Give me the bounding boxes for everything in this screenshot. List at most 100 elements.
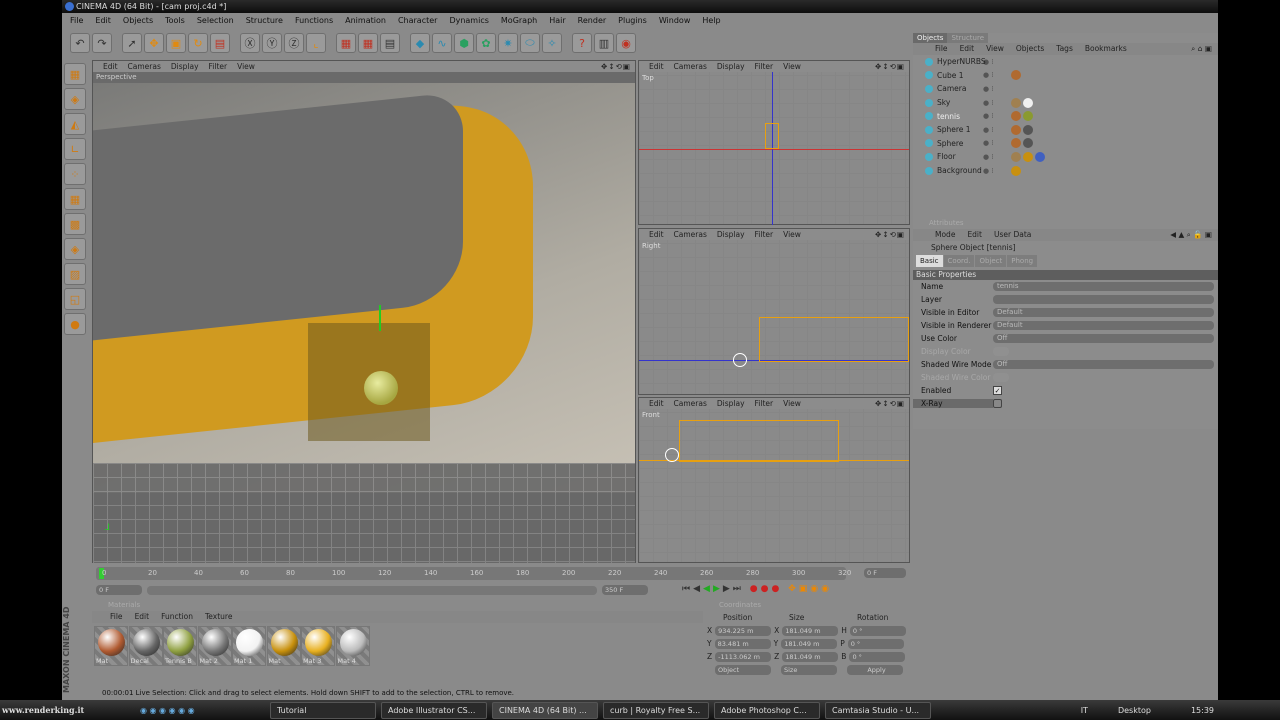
redo-icon[interactable]: ↷ xyxy=(92,33,112,53)
viewport-menu-edit[interactable]: Edit xyxy=(649,229,664,240)
viewport-menu-filter[interactable]: Filter xyxy=(755,398,774,409)
material-swatch[interactable]: Mat 2 xyxy=(197,626,232,666)
materials-menu-texture[interactable]: Texture xyxy=(205,611,232,623)
objects-menu-file[interactable]: File xyxy=(935,43,948,55)
menu-file[interactable]: File xyxy=(70,13,83,28)
render-view-icon[interactable]: ▦ xyxy=(336,33,356,53)
material-tag-icon[interactable] xyxy=(1035,151,1045,162)
menu-selection[interactable]: Selection xyxy=(197,13,234,28)
object-name[interactable]: Cube 1 xyxy=(913,71,983,80)
objects-menu-objects[interactable]: Objects xyxy=(1016,43,1044,55)
taskbar-item[interactable]: CINEMA 4D (64 Bit) ... xyxy=(492,701,598,719)
attributes-menu-edit[interactable]: Edit xyxy=(967,229,982,241)
visibility-flags-icon[interactable]: ● ⁞ xyxy=(983,99,1011,107)
undo-icon[interactable]: ↶ xyxy=(70,33,90,53)
material-swatch[interactable]: Mat 1 xyxy=(232,626,266,666)
position-z-field[interactable]: -1113.062 m xyxy=(715,651,772,662)
object-name[interactable]: Camera xyxy=(913,84,983,93)
timeline-ruler[interactable]: 0 20 40 60 80 100 120 140 160 180 200 220 240 260 280 3… xyxy=(96,567,851,580)
taskbar-item[interactable]: curb | Royalty Free S... xyxy=(603,701,709,719)
viewport-menu-edit[interactable]: Edit xyxy=(649,398,664,409)
camera-light-icon[interactable]: ✧ xyxy=(542,33,562,53)
points-mode-icon[interactable]: ⁘ xyxy=(64,163,86,185)
animation-mode-icon[interactable]: ◈ xyxy=(64,238,86,260)
texture-mode-icon[interactable]: ◭ xyxy=(64,113,86,135)
coordinate-system-icon[interactable]: ⌞ xyxy=(306,33,326,53)
cube-icon[interactable]: ◆ xyxy=(410,33,430,53)
materials-menu-function[interactable]: Function xyxy=(161,611,193,623)
materials-menu-edit[interactable]: Edit xyxy=(135,611,150,623)
visible-in-editor-field[interactable]: Default xyxy=(993,308,1214,317)
polygons-mode-icon[interactable]: ▩ xyxy=(64,213,86,235)
object-name[interactable]: HyperNURBS xyxy=(913,57,986,66)
viewport-menu-view[interactable]: View xyxy=(783,61,801,72)
material-tag-icon[interactable] xyxy=(1011,111,1021,122)
material-tag-icon[interactable] xyxy=(1011,138,1021,149)
material-tag-icon[interactable] xyxy=(1023,97,1033,108)
shaded-wire-mode-field[interactable]: Off xyxy=(993,360,1214,369)
rotate-icon[interactable]: ↻ xyxy=(188,33,208,53)
end-frame-field[interactable]: 350 F xyxy=(602,585,648,595)
object-row[interactable]: tennis ● ⁞ xyxy=(913,109,1218,123)
object-row[interactable]: HyperNURBS ● ⁞ xyxy=(913,55,1218,69)
array-icon[interactable]: ✿ xyxy=(476,33,496,53)
material-tag-icon[interactable] xyxy=(1011,165,1021,176)
viewport-menu-filter[interactable]: Filter xyxy=(755,229,774,240)
objects-menu-view[interactable]: View xyxy=(986,43,1004,55)
material-swatch[interactable]: Tennis B xyxy=(163,626,197,666)
viewport-menu-view[interactable]: View xyxy=(237,61,255,72)
rotation-z-field[interactable]: 0 ° xyxy=(849,651,906,662)
live-selection-icon[interactable]: ➚ xyxy=(122,33,142,53)
front-viewport[interactable]: Edit Cameras Display Filter View ✥↕⟲▣ Front xyxy=(638,397,910,563)
name-field[interactable]: tennis xyxy=(993,282,1214,291)
viewport-menu-edit[interactable]: Edit xyxy=(649,61,664,72)
material-tag-icon[interactable] xyxy=(1023,151,1033,162)
playback-controls[interactable]: ⏮◀◀▶▶⏭ ●●● ✥▣◉◉ xyxy=(682,584,832,594)
object-row[interactable]: Sphere 1 ● ⁞ xyxy=(913,123,1218,137)
xray-checkbox[interactable] xyxy=(993,399,1002,408)
move-icon[interactable]: ✥ xyxy=(144,33,164,53)
navigation-icons[interactable]: ◀ ▲ ⌕ 🔓 ▣ xyxy=(1170,229,1218,241)
viewport-menu-view[interactable]: View xyxy=(783,398,801,409)
z-axis-icon[interactable]: Ⓩ xyxy=(284,33,304,53)
menu-objects[interactable]: Objects xyxy=(123,13,153,28)
viewport-menu-cameras[interactable]: Cameras xyxy=(674,61,707,72)
material-swatch[interactable]: Mat 3 xyxy=(301,626,335,666)
menu-plugins[interactable]: Plugins xyxy=(618,13,647,28)
viewport-menu-edit[interactable]: Edit xyxy=(103,61,118,72)
size-z-field[interactable]: 181.049 m xyxy=(782,651,839,662)
viewport-menu-display[interactable]: Display xyxy=(171,61,199,72)
object-name[interactable]: Sphere 1 xyxy=(913,125,983,134)
visible-in-renderer-field[interactable]: Default xyxy=(993,321,1214,330)
menu-character[interactable]: Character xyxy=(398,13,438,28)
spline-icon[interactable]: ∿ xyxy=(432,33,452,53)
taskbar-item[interactable]: Camtasia Studio - U... xyxy=(825,701,931,719)
viewport-nav-icons[interactable]: ✥↕⟲▣ xyxy=(875,229,909,240)
menu-tools[interactable]: Tools xyxy=(165,13,185,28)
tab-object[interactable]: Object xyxy=(975,255,1007,267)
attributes-menu-user-data[interactable]: User Data xyxy=(994,229,1031,241)
object-row[interactable]: Camera ● ⁞ xyxy=(913,82,1218,96)
size-mode-dropdown[interactable]: Size xyxy=(781,664,837,675)
menu-animation[interactable]: Animation xyxy=(345,13,386,28)
material-swatch[interactable]: Decal xyxy=(128,626,163,666)
visibility-flags-icon[interactable]: ● ⁞ xyxy=(983,167,1011,175)
material-tag-icon[interactable] xyxy=(1011,97,1021,108)
menu-dynamics[interactable]: Dynamics xyxy=(449,13,488,28)
tab-objects[interactable]: Objects xyxy=(913,33,948,43)
viewport-menu-display[interactable]: Display xyxy=(717,61,745,72)
menu-edit[interactable]: Edit xyxy=(95,13,111,28)
viewport-menu-filter[interactable]: Filter xyxy=(755,61,774,72)
display-color-field[interactable] xyxy=(993,347,1009,356)
visibility-flags-icon[interactable]: ● ⁞ xyxy=(983,112,1011,120)
model-mode-icon[interactable]: ▦ xyxy=(64,63,86,85)
taskbar-item[interactable]: Adobe Illustrator CS... xyxy=(381,701,487,719)
material-tag-icon[interactable] xyxy=(1023,111,1033,122)
nurbs-icon[interactable]: ⬢ xyxy=(454,33,474,53)
material-tag-icon[interactable] xyxy=(1023,138,1033,149)
size-y-field[interactable]: 181.049 m xyxy=(781,638,838,649)
object-mode-icon[interactable]: ◈ xyxy=(64,88,86,110)
viewport-nav-icons[interactable]: ✥↕⟲▣ xyxy=(601,61,635,72)
taskbar-item[interactable]: Tutorial xyxy=(270,701,376,719)
objects-menu-bookmarks[interactable]: Bookmarks xyxy=(1085,43,1127,55)
